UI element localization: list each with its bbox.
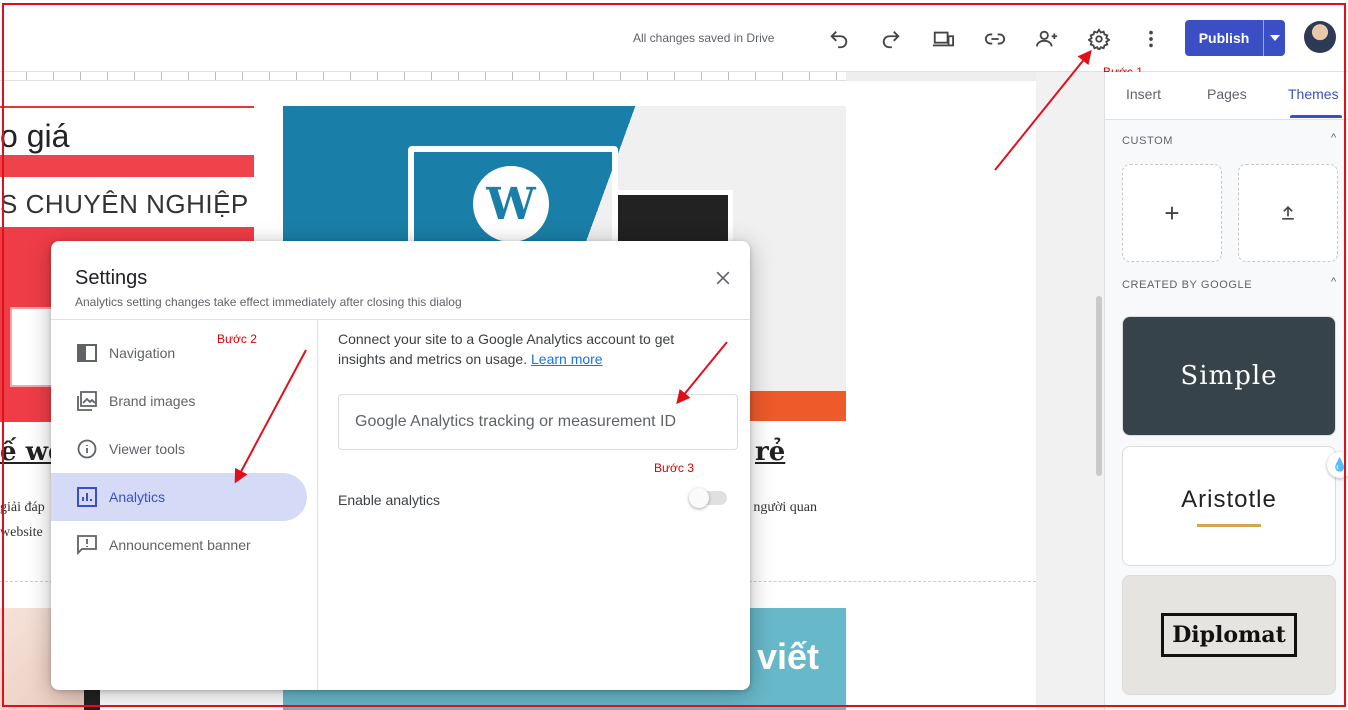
nav-item-label: Analytics xyxy=(109,489,166,505)
theme-name: Aristotle xyxy=(1181,485,1277,513)
more-vert-icon[interactable] xyxy=(1136,24,1166,54)
upload-icon xyxy=(1282,205,1294,220)
theme-accent-line xyxy=(1197,523,1261,527)
ruler-overflow xyxy=(846,72,1036,81)
toggle-knob xyxy=(689,488,709,508)
theme-diplomat[interactable]: Diplomat xyxy=(1122,575,1336,695)
red-banner xyxy=(0,155,254,177)
add-custom-theme-button[interactable]: + xyxy=(1122,164,1222,262)
nav-item-label: Brand images xyxy=(109,393,196,409)
analytics-icon xyxy=(77,487,97,507)
canvas-gutter xyxy=(1036,72,1104,710)
theme-name: Diplomat xyxy=(1161,613,1297,657)
settings-gear-icon[interactable] xyxy=(1084,24,1114,54)
learn-more-link[interactable]: Learn more xyxy=(531,351,603,367)
save-status: All changes saved in Drive xyxy=(633,31,775,45)
enable-analytics-label: Enable analytics xyxy=(338,492,440,508)
image-text: viết xyxy=(757,636,820,677)
step-2-annotation: Bước 2 xyxy=(217,332,257,346)
navigation-icon xyxy=(77,344,97,362)
article-text: website xyxy=(0,525,43,540)
active-tab-indicator xyxy=(1290,115,1342,118)
info-icon xyxy=(77,439,97,459)
close-icon[interactable] xyxy=(711,266,735,290)
plus-icon: + xyxy=(1164,197,1180,228)
nav-item-navigation[interactable]: Navigation xyxy=(51,329,307,377)
tab-insert[interactable]: Insert xyxy=(1126,86,1161,102)
color-drop-icon[interactable]: 💧 xyxy=(1327,452,1348,478)
publish-button[interactable]: Publish xyxy=(1185,20,1285,56)
analytics-description: Connect your site to a Google Analytics … xyxy=(338,329,718,369)
publish-dropdown[interactable] xyxy=(1263,20,1285,56)
theme-name: Simple xyxy=(1180,361,1278,391)
scrollbar[interactable] xyxy=(1096,296,1102,476)
dialog-title: Settings xyxy=(75,267,148,289)
analytics-id-input[interactable] xyxy=(338,394,738,450)
settings-dialog: Settings Analytics setting changes take … xyxy=(51,241,750,690)
nav-item-analytics[interactable]: Analytics xyxy=(51,473,307,521)
image-icon xyxy=(77,391,97,411)
tab-pages[interactable]: Pages xyxy=(1207,86,1247,102)
description-text: Connect your site to a Google Analytics … xyxy=(338,331,675,367)
announcement-icon xyxy=(77,535,97,555)
article-heading[interactable]: rẻ xyxy=(755,437,785,467)
dialog-subtitle: Analytics setting changes take effect im… xyxy=(75,295,462,309)
nav-item-brand-images[interactable]: Brand images xyxy=(51,377,307,425)
top-bar: All changes saved in Drive Publish Bước … xyxy=(0,0,1348,79)
undo-icon[interactable] xyxy=(824,24,854,54)
divider xyxy=(317,320,318,690)
redo-icon[interactable] xyxy=(876,24,906,54)
chevron-down-icon xyxy=(1269,35,1280,41)
divider xyxy=(0,106,254,108)
wordpress-logo-icon: W xyxy=(473,166,549,242)
nav-item-label: Viewer tools xyxy=(109,441,186,457)
tab-themes[interactable]: Themes xyxy=(1288,86,1339,102)
panel-tabs: Insert Pages Themes xyxy=(1105,72,1348,120)
divider xyxy=(51,319,750,320)
section-label-created-by-google: CREATED BY GOOGLE xyxy=(1122,279,1253,291)
section-label-custom: CUSTOM xyxy=(1122,135,1174,147)
article-text: giải đáp xyxy=(0,500,45,515)
side-panel: Insert Pages Themes CUSTOM ^ + CREATED B… xyxy=(1104,72,1348,710)
theme-simple[interactable]: Simple xyxy=(1122,316,1336,436)
collapse-google-icon[interactable]: ^ xyxy=(1331,276,1336,288)
nav-item-viewer-tools[interactable]: Viewer tools xyxy=(51,425,307,473)
canvas-text: o giá xyxy=(0,118,70,154)
preview-devices-icon[interactable] xyxy=(928,24,958,54)
article-text: i người quan xyxy=(746,500,817,515)
collapse-custom-icon[interactable]: ^ xyxy=(1331,132,1336,144)
theme-aristotle[interactable]: Aristotle xyxy=(1122,446,1336,566)
upload-theme-button[interactable] xyxy=(1238,164,1338,262)
nav-item-announcement-banner[interactable]: Announcement banner xyxy=(51,521,307,569)
avatar[interactable] xyxy=(1304,21,1336,53)
nav-item-label: Announcement banner xyxy=(109,537,251,553)
link-icon[interactable] xyxy=(980,24,1010,54)
nav-item-label: Navigation xyxy=(109,345,176,361)
step-3-annotation: Bước 3 xyxy=(654,461,694,475)
share-person-add-icon[interactable] xyxy=(1032,24,1062,54)
enable-analytics-toggle[interactable] xyxy=(689,488,727,508)
canvas-text: S CHUYÊN NGHIỆP xyxy=(0,189,249,219)
publish-label: Publish xyxy=(1198,30,1250,46)
